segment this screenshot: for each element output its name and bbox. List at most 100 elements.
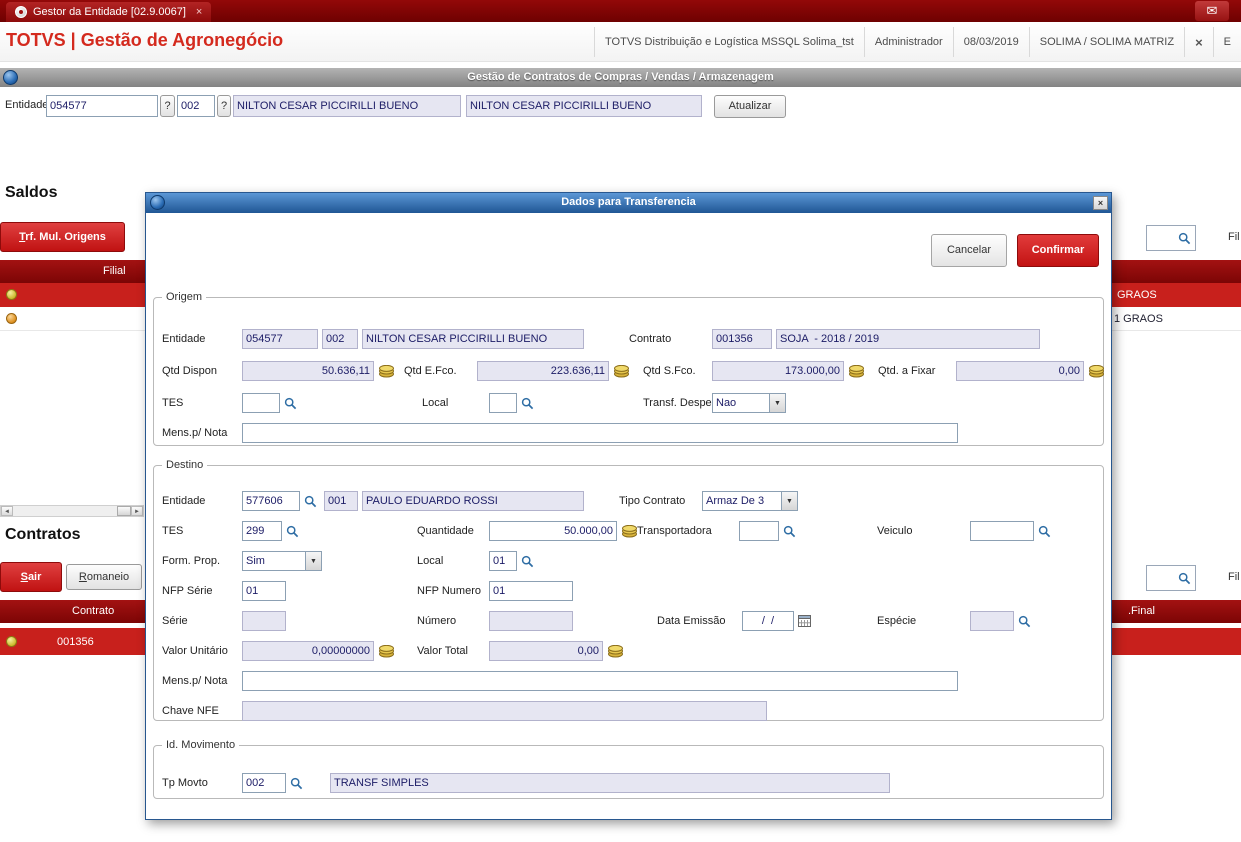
header-close-icon[interactable]: × [1184, 27, 1213, 57]
origem-mens-input[interactable] [242, 423, 958, 443]
form-prop-select[interactable]: Sim ▼ [242, 551, 322, 571]
status-dot-icon [6, 289, 17, 300]
origem-contrato-label: Contrato [629, 333, 672, 345]
money-icon[interactable] [848, 365, 865, 378]
money-icon[interactable] [607, 645, 624, 658]
money-icon[interactable] [613, 365, 630, 378]
module-title: Gestão de Contratos de Compras / Vendas … [467, 71, 774, 83]
top-bar: Gestor da Entidade [02.9.0067] × ✉ [0, 0, 1241, 22]
saldos-row-product: 1 GRAOS [1114, 313, 1163, 325]
origem-tes-input[interactable] [242, 393, 280, 413]
money-icon[interactable] [378, 365, 395, 378]
entity-store-input[interactable] [177, 95, 215, 117]
scroll-right-icon[interactable]: ► [131, 506, 143, 516]
origem-local-input[interactable] [489, 393, 517, 413]
nfp-numero-input[interactable] [489, 581, 573, 601]
dialog-titlebar[interactable]: Dados para Transferencia × [146, 193, 1111, 213]
mail-icon[interactable]: ✉ [1195, 1, 1229, 21]
veiculo-input[interactable] [970, 521, 1034, 541]
origem-entidade-label: Entidade [162, 333, 206, 345]
search-icon[interactable] [521, 555, 534, 568]
calendar-icon[interactable] [798, 614, 811, 627]
application-window: Gestor da Entidade [02.9.0067] × ✉ TOTVS… [0, 0, 1241, 842]
search-icon[interactable] [284, 397, 297, 410]
cancel-button[interactable]: Cancelar [931, 234, 1007, 267]
destino-entidade-input[interactable] [242, 491, 300, 511]
store-help-button[interactable]: ? [217, 95, 231, 117]
search-icon[interactable] [304, 495, 317, 508]
origem-legend: Origem [166, 291, 203, 303]
saldos-filter-label: Fil [1228, 231, 1240, 243]
destino-local-input[interactable] [489, 551, 517, 571]
money-icon[interactable] [378, 645, 395, 658]
search-icon[interactable] [1018, 615, 1031, 628]
search-icon [1178, 572, 1191, 585]
totvs-logo-icon [15, 6, 27, 18]
scrollbar-thumb[interactable] [117, 506, 131, 516]
tab-title: Gestor da Entidade [02.9.0067] [33, 6, 186, 18]
destino-legend: Destino [166, 459, 204, 471]
destino-mens-input[interactable] [242, 671, 958, 691]
header-partial-text: E [1212, 27, 1241, 57]
tab-gestor-entidade[interactable]: Gestor da Entidade [02.9.0067] × [6, 2, 212, 22]
atualizar-button[interactable]: Atualizar [714, 95, 786, 118]
data-emissao-label: Data Emissão [657, 615, 726, 627]
transportadora-input[interactable] [739, 521, 779, 541]
app-header: TOTVS | Gestão de Agronegócio TOTVS Dist… [0, 22, 1241, 62]
transf-despesa-select[interactable]: Nao ▼ [712, 393, 786, 413]
confirm-button[interactable]: Confirmar [1017, 234, 1099, 267]
dialog-close-icon[interactable]: × [1093, 196, 1108, 210]
destino-local-label: Local [417, 555, 444, 567]
header-info: TOTVS Distribuição e Logística MSSQL Sol… [594, 27, 1241, 57]
valor-unitario-field [242, 641, 374, 661]
entity-code-input[interactable] [46, 95, 158, 117]
serie-label: Série [162, 615, 188, 627]
romaneio-button[interactable]: Romaneio [66, 564, 142, 590]
entity-help-button[interactable]: ? [160, 95, 175, 117]
trf-mul-origens-button[interactable]: Trf. Mul. Origens [0, 222, 125, 252]
origem-loja-field [322, 329, 358, 349]
transportadora-label: Transportadora [637, 525, 712, 537]
tp-movto-input[interactable] [242, 773, 286, 793]
especie-input [970, 611, 1014, 631]
quantidade-input[interactable] [489, 521, 617, 541]
money-icon[interactable] [621, 525, 638, 538]
destino-fieldset: Destino Entidade Tipo Contrato Armaz De … [153, 459, 1104, 721]
search-icon[interactable] [783, 525, 796, 538]
origem-local-label: Local [422, 397, 449, 409]
chevron-down-icon[interactable]: ▼ [305, 551, 322, 571]
saldos-filter-input[interactable] [1146, 225, 1196, 251]
destino-tes-input[interactable] [242, 521, 282, 541]
money-icon[interactable] [1088, 365, 1105, 378]
tipo-contrato-select[interactable]: Armaz De 3 ▼ [702, 491, 798, 511]
sair-button[interactable]: Sair [0, 562, 62, 592]
saldos-horizontal-scrollbar[interactable]: ◄ ► [0, 505, 144, 517]
environment-info: TOTVS Distribuição e Logística MSSQL Sol… [594, 27, 864, 57]
destino-loja-field [324, 491, 358, 511]
contratos-filter-input[interactable] [1146, 565, 1196, 591]
dialog-title: Dados para Transferencia [561, 196, 696, 208]
status-dot-icon [6, 636, 17, 647]
qtd-fixar-field [956, 361, 1084, 381]
qtd-sfco-label: Qtd S.Fco. [643, 365, 696, 377]
search-icon[interactable] [1038, 525, 1051, 538]
saldos-row-product: GRAOS [1117, 289, 1157, 301]
chevron-down-icon[interactable]: ▼ [769, 393, 786, 413]
origem-fieldset: Origem Entidade Contrato Qtd Dispon Qtd … [153, 291, 1104, 446]
dialog-body: Cancelar Confirmar Origem Entidade Contr… [146, 213, 1111, 821]
search-icon[interactable] [290, 777, 303, 790]
nfp-serie-input[interactable] [242, 581, 286, 601]
destino-tes-label: TES [162, 525, 184, 537]
contratos-heading: Contratos [5, 526, 81, 543]
quantidade-label: Quantidade [417, 525, 474, 537]
scroll-left-icon[interactable]: ◄ [1, 506, 13, 516]
numero-label: Número [417, 615, 457, 627]
contratos-filter-label: Fil [1228, 571, 1240, 583]
chevron-down-icon[interactable]: ▼ [781, 491, 798, 511]
search-icon[interactable] [286, 525, 299, 538]
search-icon[interactable] [521, 397, 534, 410]
form-prop-label: Form. Prop. [162, 555, 221, 567]
tab-close-icon[interactable]: × [196, 6, 202, 18]
contrato-number: 001356 [57, 636, 94, 648]
data-emissao-input[interactable] [742, 611, 794, 631]
